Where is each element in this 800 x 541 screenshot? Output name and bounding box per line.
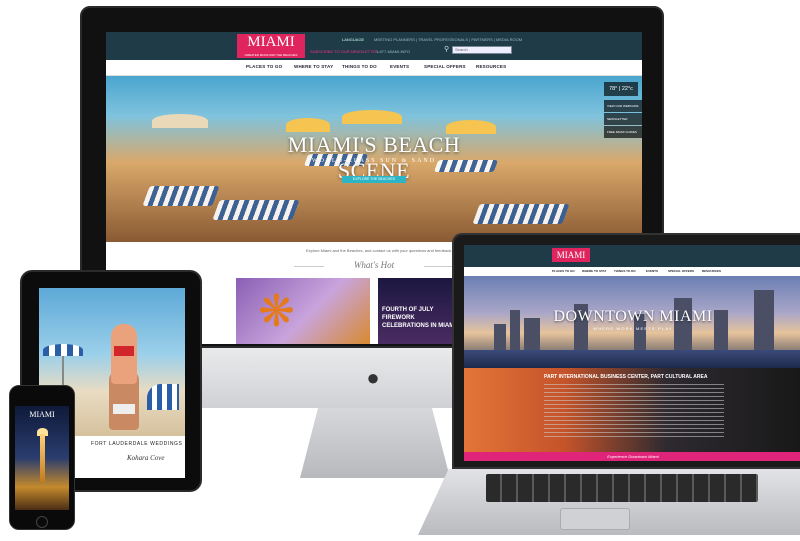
home-button[interactable] xyxy=(36,516,48,528)
site-logo[interactable]: MIAMI GREATER MIAMI AND THE BEACHES xyxy=(237,34,305,58)
ipad-caption: FORT LAUDERDALE WEDDINGS xyxy=(91,441,183,447)
side-links: VIEW OUR WEBCAMS NEWSLETTER FREE MIAMI G… xyxy=(604,100,642,139)
laptop-hero-subtitle: WHERE WORK MEETS PLAY xyxy=(593,326,673,331)
laptop-body-text xyxy=(544,384,724,440)
nav-item-events[interactable]: EVENTS xyxy=(646,269,658,273)
subscribe-link[interactable]: SUBSCRIBE TO OUR NEWSLETTER xyxy=(310,49,378,54)
laptop-hero-title: DOWNTOWN MIAMI xyxy=(553,308,713,325)
laptop-section-heading: PART INTERNATIONAL BUSINESS CENTER, PART… xyxy=(544,374,708,380)
iphone-device: MIAMI xyxy=(9,385,75,530)
laptop-hero-banner[interactable]: DOWNTOWN MIAMI WHERE WORK MEETS PLAY xyxy=(464,276,800,368)
hero-subtitle: WORLD-CLASS SUN & SAND xyxy=(311,158,437,164)
macbook-trackpad xyxy=(560,508,630,530)
macbook-lid: MIAMI PLACES TO GO WHERE TO STAY THINGS … xyxy=(452,233,800,469)
beach-chair xyxy=(212,200,300,220)
language-link[interactable]: LANGUAGE xyxy=(342,37,364,42)
side-link-guides[interactable]: FREE MIAMI GUIDES xyxy=(604,126,642,138)
lit-tower xyxy=(40,434,45,482)
laptop-site-logo[interactable]: MIAMI xyxy=(552,248,590,262)
site-nav: PLACES TO GO WHERE TO STAY THINGS TO DO … xyxy=(106,60,642,76)
hot-card-butterfly[interactable]: ❋ xyxy=(236,278,370,344)
skyline-building xyxy=(524,318,540,354)
beach-umbrella xyxy=(342,110,402,124)
site-topbar: MIAMI GREATER MIAMI AND THE BEACHES LANG… xyxy=(106,32,642,60)
laptop-nav: PLACES TO GO WHERE TO STAY THINGS TO DO … xyxy=(464,267,800,276)
explore-text: Explore Miami and the Beaches, and conta… xyxy=(306,248,453,253)
nav-item-resources[interactable]: RESOURCES xyxy=(476,64,506,69)
nav-item-events[interactable]: EVENTS xyxy=(390,64,409,69)
section-title: What's Hot xyxy=(353,260,395,270)
side-link-webcams[interactable]: VIEW OUR WEBCAMS xyxy=(604,100,642,112)
butterfly-icon: ❋ xyxy=(258,287,295,336)
site-logo-tagline: GREATER MIAMI AND THE BEACHES xyxy=(244,53,298,57)
laptop-topbar: MIAMI xyxy=(464,245,800,267)
beach-umbrella xyxy=(43,344,83,356)
bay-water xyxy=(464,350,800,368)
divider xyxy=(424,266,454,267)
nav-item-stay[interactable]: WHERE TO STAY xyxy=(582,269,606,273)
utility-links[interactable]: MEETING PLANNERS | TRAVEL PROFESSIONALS … xyxy=(374,37,522,42)
phone-link[interactable]: 1-877-MIAMI-INFO xyxy=(376,49,410,54)
hot-card-fireworks[interactable]: FOURTH OF JULY FIREWORK CELEBRATIONS IN … xyxy=(378,278,458,344)
nav-item-resources[interactable]: RESOURCES xyxy=(702,269,721,273)
skyline-building xyxy=(510,310,520,354)
nav-item-places[interactable]: PLACES TO GO xyxy=(246,64,282,69)
nav-item-offers[interactable]: SPECIAL OFFERS xyxy=(424,64,466,69)
iphone-screen: MIAMI xyxy=(15,406,69,510)
nav-item-things[interactable]: THINGS TO DO xyxy=(614,269,636,273)
laptop-content-section: PART INTERNATIONAL BUSINESS CENTER, PART… xyxy=(464,368,800,452)
laptop-footer-banner[interactable]: Experience Downtown Miami xyxy=(464,452,800,461)
iphone-site-logo[interactable]: MIAMI xyxy=(27,410,57,419)
ipad-partner-logo: Kohara Cove xyxy=(127,454,165,462)
couple-figure xyxy=(111,324,137,384)
macbook-screen: MIAMI PLACES TO GO WHERE TO STAY THINGS … xyxy=(464,245,800,461)
imac-stand xyxy=(300,408,450,478)
divider xyxy=(294,266,324,267)
beach-chair xyxy=(147,384,179,410)
hero-banner[interactable]: MIAMI'S BEACH SCENE WORLD-CLASS SUN & SA… xyxy=(106,76,642,242)
search-input[interactable]: Search xyxy=(452,46,512,54)
apple-logo-icon: ● xyxy=(366,365,380,390)
beach-chair xyxy=(472,204,570,224)
beach-umbrella xyxy=(152,114,208,128)
hero-cta-button[interactable]: EXPLORE THE BEACHES xyxy=(342,176,406,183)
nav-item-offers[interactable]: SPECIAL OFFERS xyxy=(668,269,694,273)
macbook-keyboard xyxy=(486,474,758,502)
beach-umbrella xyxy=(286,118,330,132)
hot-card-title: FOURTH OF JULY FIREWORK CELEBRATIONS IN … xyxy=(382,307,456,329)
weather-widget: 78° | 22°c xyxy=(604,82,638,96)
carousel-dots[interactable] xyxy=(354,234,414,240)
nav-item-things[interactable]: THINGS TO DO xyxy=(342,64,377,69)
beach-chair xyxy=(142,186,220,206)
skyline-building xyxy=(754,290,774,354)
site-logo-text: MIAMI xyxy=(247,34,295,50)
side-link-newsletter[interactable]: NEWSLETTER xyxy=(604,113,642,125)
nav-item-places[interactable]: PLACES TO GO xyxy=(552,269,575,273)
search-icon[interactable]: ⚲ xyxy=(444,46,451,54)
nav-item-stay[interactable]: WHERE TO STAY xyxy=(294,64,333,69)
